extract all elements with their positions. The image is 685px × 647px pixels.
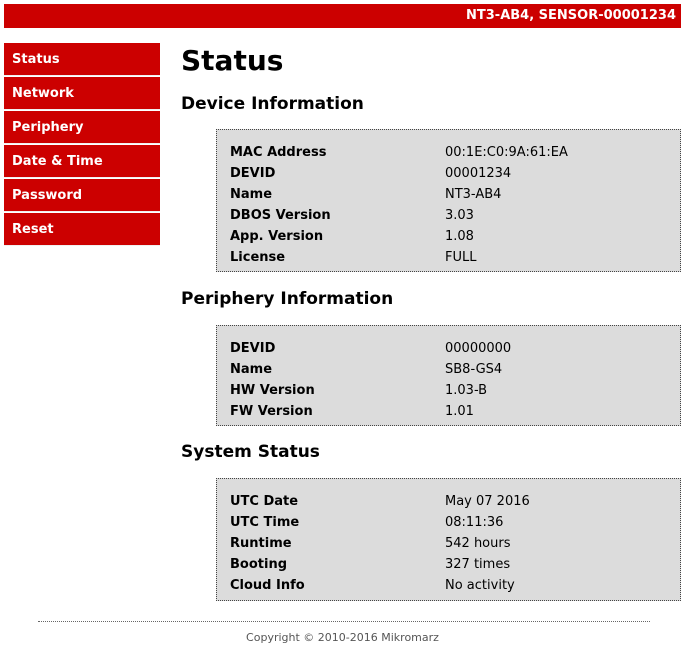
device-title: NT3-AB4, SENSOR-00001234 [466, 8, 676, 23]
row-label: DEVID [230, 341, 276, 356]
row-label: UTC Date [230, 494, 299, 509]
table-row: DEVID 00000000 [217, 338, 680, 359]
device-info-panel: MAC Address 00:1E:C0:9A:61:EA DEVID 000012… [216, 129, 681, 272]
sidebar-nav: Status Network Periphery Date & Time Pas… [4, 43, 160, 247]
sidebar-item-date-time[interactable]: Date & Time [4, 145, 160, 178]
row-label: App. Version [230, 229, 324, 244]
sidebar-item-periphery[interactable]: Periphery [4, 111, 160, 144]
main-content: Status [181, 44, 681, 78]
row-value: 08:11:36 [445, 515, 504, 530]
table-row: UTC Date May 07 2016 [217, 491, 680, 512]
section-title-device-information: Device Information [181, 94, 364, 114]
row-label: DEVID [230, 166, 276, 181]
row-label: License [230, 250, 286, 265]
sidebar-item-password[interactable]: Password [4, 179, 160, 212]
table-row: DEVID 00001234 [217, 163, 680, 184]
sidebar-item-reset[interactable]: Reset [4, 213, 160, 246]
table-row: Runtime 542 hours [217, 533, 680, 554]
table-row: License FULL [217, 247, 680, 268]
row-value: 1.08 [445, 229, 474, 244]
row-label: Cloud Info [230, 578, 305, 593]
table-row: DBOS Version 3.03 [217, 205, 680, 226]
table-row: App. Version 1.08 [217, 226, 680, 247]
table-row: Cloud Info No activity [217, 575, 680, 596]
header-bar: NT3-AB4, SENSOR-00001234 [4, 4, 681, 28]
row-label: UTC Time [230, 515, 300, 530]
row-label: Booting [230, 557, 288, 572]
footer-copyright: Copyright © 2010-2016 Mikromarz [246, 631, 439, 644]
row-value: SB8-GS4 [445, 362, 503, 377]
table-row: HW Version 1.03-B [217, 380, 680, 401]
row-value: 1.01 [445, 404, 474, 419]
row-value: May 07 2016 [445, 494, 530, 509]
row-label: HW Version [230, 383, 315, 398]
row-value: 00:1E:C0:9A:61:EA [445, 145, 568, 160]
row-label: DBOS Version [230, 208, 331, 223]
table-row: FW Version 1.01 [217, 401, 680, 422]
row-label: Runtime [230, 536, 292, 551]
footer-divider [38, 621, 650, 622]
row-value: 542 hours [445, 536, 511, 551]
row-value: 327 times [445, 557, 511, 572]
periphery-info-panel: DEVID 00000000 Name SB8-GS4 HW Version 1.03… [216, 325, 681, 426]
row-value: NT3-AB4 [445, 187, 502, 202]
sidebar-item-network[interactable]: Network [4, 77, 160, 110]
row-value: 1.03-B [445, 383, 488, 398]
table-row: MAC Address 00:1E:C0:9A:61:EA [217, 142, 680, 163]
sidebar-item-status[interactable]: Status [4, 43, 160, 76]
row-value: No activity [445, 578, 515, 593]
row-label: MAC Address [230, 145, 327, 160]
row-value: FULL [445, 250, 477, 265]
table-row: UTC Time 08:11:36 [217, 512, 680, 533]
table-row: Name NT3-AB4 [217, 184, 680, 205]
section-title-system-status: System Status [181, 442, 320, 462]
system-status-panel: UTC Date May 07 2016 UTC Time 08:11:36 Run… [216, 478, 681, 601]
row-label: FW Version [230, 404, 313, 419]
page-title: Status [181, 44, 284, 77]
row-value: 3.03 [445, 208, 474, 223]
row-label: Name [230, 187, 273, 202]
row-label: Name [230, 362, 273, 377]
row-value: 00000000 [445, 341, 512, 356]
row-value: 00001234 [445, 166, 512, 181]
table-row: Booting 327 times [217, 554, 680, 575]
table-row: Name SB8-GS4 [217, 359, 680, 380]
section-title-periphery-information: Periphery Information [181, 289, 394, 309]
